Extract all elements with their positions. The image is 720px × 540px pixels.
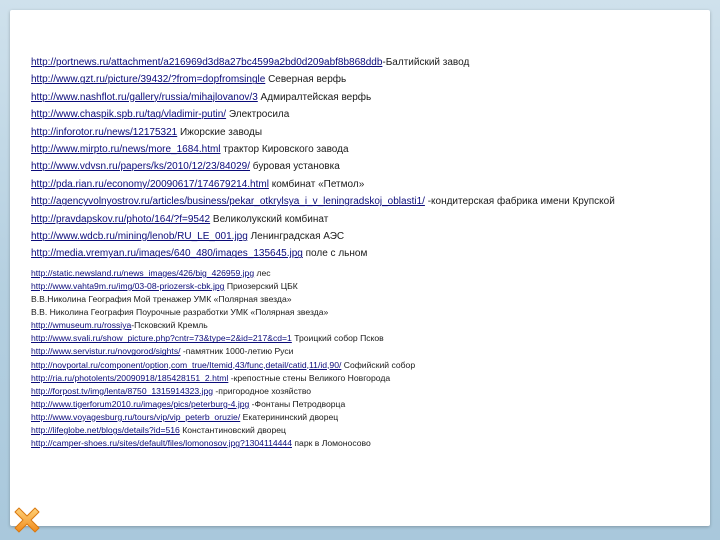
reference-row: http://www.gzt.ru/picture/39432/?from=do…	[31, 71, 711, 88]
reference-caption: Троицкий собор Псков	[291, 333, 384, 344]
reference-caption: -памятник 1000-летию Руси	[180, 346, 294, 357]
reference-link[interactable]: http://pda.rian.ru/economy/20090617/1746…	[31, 179, 269, 190]
book-reference-text: В.В. Николина География Поурочные разраб…	[31, 307, 329, 318]
reference-caption: -Балтийский завод	[382, 57, 470, 68]
reference-link[interactable]: http://portnews.ru/attachment/a216969d3d…	[31, 57, 382, 68]
reference-link[interactable]: http://www.vdvsn.ru/papers/ks/2010/12/23…	[31, 161, 250, 172]
reference-row: http://portnews.ru/attachment/a216969d3d…	[31, 54, 711, 71]
reference-caption: трактор Кировского завода	[220, 144, 349, 156]
reference-link[interactable]: http://forpost.tv/img/lenta/8750_1315914…	[31, 386, 213, 396]
reference-row: http://lifeglobe.net/blogs/details?id=51…	[31, 424, 711, 437]
reference-link[interactable]: http://www.servistur.ru/novgorod/sights/	[31, 346, 181, 356]
reference-link[interactable]: http://inforotor.ru/news/12175321	[31, 127, 177, 138]
reference-link[interactable]: http://novportal.ru/component/option,com…	[31, 360, 341, 370]
reference-row: http://www.chaspik.spb.ru/tag/vladimir-p…	[31, 106, 711, 123]
reference-caption: Приозерский ЦБК	[224, 280, 298, 291]
reference-link[interactable]: http://lifeglobe.net/blogs/details?id=51…	[31, 425, 180, 435]
reference-caption: -крепостные стены Великого Новгорода	[228, 372, 391, 383]
reference-caption: Ижорские заводы	[177, 126, 263, 138]
book-reference-text: В.В.Николина География Мой тренажер УМК …	[31, 294, 292, 305]
reference-link[interactable]: http://www.tigerforum2010.ru/images/pics…	[31, 399, 249, 409]
reference-link[interactable]: http://agencyvolnyostrov.ru/articles/bus…	[31, 196, 425, 207]
reference-caption: Электросила	[226, 109, 290, 121]
reference-caption: лес	[254, 267, 271, 278]
reference-link[interactable]: http://wmuseum.ru/rossiya	[31, 320, 131, 330]
book-reference-row: В.В. Николина География Поурочные разраб…	[31, 306, 711, 319]
reference-row: http://pda.rian.ru/economy/20090617/1746…	[31, 176, 711, 193]
reference-row: http://www.tigerforum2010.ru/images/pics…	[31, 398, 711, 411]
x-cross-icon	[14, 507, 40, 533]
reference-row: http://forpost.tv/img/lenta/8750_1315914…	[31, 385, 711, 398]
reference-row: http://wmuseum.ru/rossiya-Псковский Крем…	[31, 319, 711, 332]
reference-link[interactable]: http://media.vremyan.ru/images/640_480/i…	[31, 248, 303, 259]
reference-caption: поле с льном	[302, 248, 368, 260]
reference-row: http://static.newsland.ru/news_images/42…	[31, 267, 711, 280]
reference-caption: Софийский собор	[341, 359, 416, 370]
reference-link[interactable]: http://pravdapskov.ru/photo/164/?f=9542	[31, 214, 210, 225]
reference-row: http://inforotor.ru/news/12175321 Ижорск…	[31, 124, 711, 141]
reference-link[interactable]: http://www.wdcb.ru/mining/lenob/RU_LE_00…	[31, 231, 248, 242]
reference-row: http://www.svali.ru/show_picture.php?cnt…	[31, 332, 711, 345]
reference-row: http://ria.ru/photolents/20090918/185428…	[31, 372, 711, 385]
reference-list: http://portnews.ru/attachment/a216969d3d…	[31, 54, 711, 450]
reference-row: http://www.mirpto.ru/news/more_1684.html…	[31, 141, 711, 158]
reference-caption: -Фонтаны Петродворца	[249, 398, 346, 409]
reference-caption: комбинат «Петмол»	[268, 178, 365, 190]
reference-link[interactable]: http://www.gzt.ru/picture/39432/?from=do…	[31, 74, 265, 85]
reference-row: http://www.vahta9m.ru/img/03-08-priozers…	[31, 280, 711, 293]
reference-caption: -кондитерская фабрика имени Крупской	[424, 196, 615, 208]
reference-link[interactable]: http://camper-shoes.ru/sites/default/fil…	[31, 438, 292, 448]
reference-link[interactable]: http://www.nashflot.ru/gallery/russia/mi…	[31, 92, 258, 103]
reference-caption: Северная верфь	[265, 74, 347, 86]
reference-caption: Адмиралтейская верфь	[257, 91, 372, 103]
reference-row: http://pravdapskov.ru/photo/164/?f=9542 …	[31, 211, 711, 228]
reference-caption: Константиновский дворец	[179, 425, 286, 435]
reference-row: http://media.vremyan.ru/images/640_480/i…	[31, 245, 711, 262]
reference-caption: Ленинградская АЭС	[247, 231, 345, 243]
reference-link[interactable]: http://www.voyagesburg.ru/tours/vip/vip_…	[31, 412, 240, 422]
reference-link[interactable]: http://www.mirpto.ru/news/more_1684.html	[31, 144, 221, 155]
reference-row: http://www.nashflot.ru/gallery/russia/mi…	[31, 89, 711, 106]
reference-link[interactable]: http://static.newsland.ru/news_images/42…	[31, 268, 254, 278]
reference-caption: -Псковский Кремль	[131, 320, 208, 331]
reference-row: http://agencyvolnyostrov.ru/articles/bus…	[31, 193, 711, 210]
book-reference-row: В.В.Николина География Мой тренажер УМК …	[31, 293, 711, 306]
reference-caption: Великолукский комбинат	[210, 213, 329, 225]
reference-caption: Екатерининский дворец	[240, 411, 339, 422]
reference-row: http://www.servistur.ru/novgorod/sights/…	[31, 345, 711, 358]
slide-card: http://portnews.ru/attachment/a216969d3d…	[10, 10, 710, 526]
reference-row: http://novportal.ru/component/option,com…	[31, 359, 711, 372]
reference-link[interactable]: http://www.chaspik.spb.ru/tag/vladimir-p…	[31, 109, 226, 120]
reference-row: http://www.vdvsn.ru/papers/ks/2010/12/23…	[31, 158, 711, 175]
reference-link[interactable]: http://ria.ru/photolents/20090918/185428…	[31, 373, 228, 383]
reference-caption: парк в Ломоносово	[292, 438, 371, 449]
reference-row: http://www.wdcb.ru/mining/lenob/RU_LE_00…	[31, 228, 711, 245]
reference-row: http://www.voyagesburg.ru/tours/vip/vip_…	[31, 411, 711, 424]
reference-caption: -пригородное хозяйство	[213, 385, 312, 396]
reference-row: http://camper-shoes.ru/sites/default/fil…	[31, 437, 711, 450]
reference-caption: буровая установка	[250, 161, 340, 173]
reference-link[interactable]: http://www.vahta9m.ru/img/03-08-priozers…	[31, 281, 224, 291]
reference-link[interactable]: http://www.svali.ru/show_picture.php?cnt…	[31, 333, 292, 343]
